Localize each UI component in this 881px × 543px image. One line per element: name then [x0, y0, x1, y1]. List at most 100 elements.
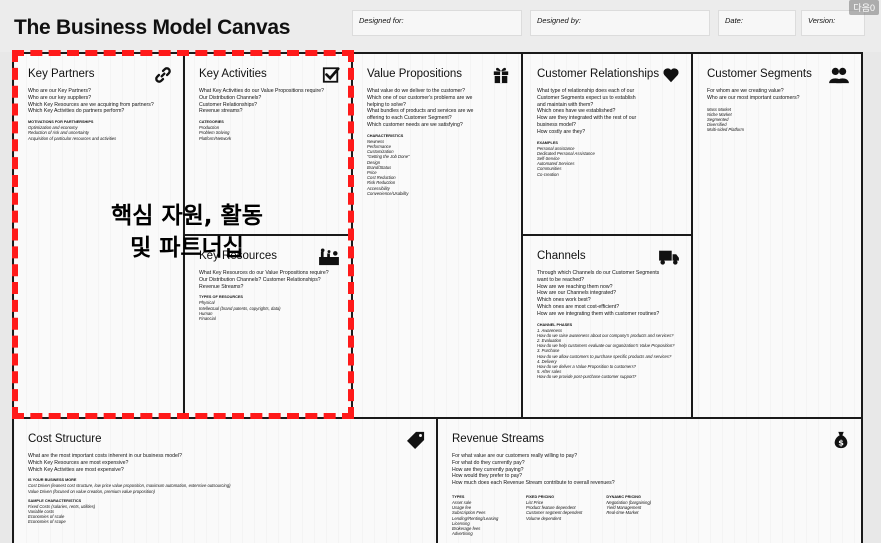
list-item: Acquisition of particular resources and … [28, 135, 117, 141]
list-item: Co-creation [537, 171, 559, 177]
people-icon [829, 67, 849, 84]
list-item: For what value are our customers really … [452, 453, 578, 459]
list-item: Convenience/Usability [367, 190, 409, 196]
list-item: helping to solve? [367, 101, 406, 108]
list-item: How do we provide post-purchase customer… [537, 374, 637, 380]
cost-structure-questions: What are the most important costs inhere… [28, 453, 426, 473]
list-item: Which ones work best? [537, 297, 591, 304]
list-item: Economies of scope [28, 519, 66, 525]
list-item: Customer Segments expect us to establish [537, 94, 636, 101]
list-item: Value Driven (focused on value creation,… [28, 488, 155, 494]
list-item: Real-time-Market [606, 510, 639, 516]
revenue-column-list: List Price Product feature dependent Custo… [526, 500, 582, 521]
list-item: Financial [199, 316, 216, 321]
list-item: How are our Channels integrated? [537, 290, 617, 297]
list-item: What bundles of products and services ar… [367, 108, 474, 115]
list-item: Revenue streams? [199, 108, 243, 115]
value-propositions-block: Value Propositions What value do we deli… [353, 54, 523, 419]
list-item: want to be reached? [537, 276, 585, 283]
overlay-caption: 핵심 자원, 활동 및 파트너십 [82, 200, 292, 264]
designed-by-field[interactable]: Designed by: [530, 10, 710, 36]
list-item: Our Distribution Channels? [199, 94, 262, 101]
designed-for-field[interactable]: Designed for: [352, 10, 522, 36]
overlay-caption-line-2: 및 파트너십 [130, 235, 244, 261]
list-item: Our Distribution Channels? Customer Rela… [199, 276, 321, 283]
key-partners-list: Optimization and economy Reduction of ris… [28, 125, 173, 141]
customer-relationships-title: Customer Relationships [537, 68, 660, 80]
value-propositions-title: Value Propositions [367, 68, 463, 80]
list-item: Which Key Resources are we acquiring fro… [28, 101, 154, 108]
list-item: Who are our key suppliers? [28, 94, 92, 101]
list-item: What value do we deliver to the customer… [367, 88, 466, 94]
list-item: How are they integrated with the rest of… [537, 115, 637, 122]
list-item: Multi-sided Platform [707, 127, 745, 133]
list-item: For whom are we creating value? [707, 88, 784, 94]
customer-relationships-questions: What type of relationship does each of o… [537, 88, 681, 136]
key-resources-list: Physical Intellectual (brand patents, cop… [199, 300, 341, 321]
list-item: How are they currently paying? [452, 466, 524, 473]
cost-structure-block: Cost Structure What are the most importa… [14, 419, 438, 543]
list-item: Which customer needs are we satisfying? [367, 121, 463, 128]
value-propositions-questions: What value do we deliver to the customer… [367, 88, 511, 129]
page-title: The Business Model Canvas [14, 16, 291, 39]
list-item: How would they prefer to pay? [452, 473, 523, 480]
key-activities-questions: What Key Activities do our Value Proposi… [199, 88, 341, 115]
revenue-column: DYNAMIC PRICING Negotiation (bargaining)… [606, 490, 656, 536]
gift-icon [493, 67, 509, 84]
date-field[interactable]: Date: [718, 10, 796, 36]
list-item: What are the most important costs inhere… [28, 453, 182, 459]
key-partners-title: Key Partners [28, 68, 95, 80]
customer-segments-block: Customer Segments For whom are we creati… [693, 54, 861, 419]
cost-structure-list: Cost Driven (leanest cost structure, low… [28, 483, 426, 493]
list-item: How costly are they? [537, 128, 586, 135]
channels-list: 1. Awareness How do we raise awareness ab… [537, 328, 681, 380]
corner-badge: 다음0 [849, 0, 879, 15]
key-activities-list: Production Problem Solving Platform/Networ… [199, 125, 341, 141]
money-bag-icon: $ [834, 431, 848, 449]
checkbox-icon [322, 67, 340, 83]
list-item: Which ones are most cost-efficient? [537, 303, 620, 310]
key-activities-title: Key Activities [199, 68, 267, 80]
list-item: How do we allow customers to purchase sp… [537, 353, 672, 359]
list-item: Through which Channels do our Customer S… [537, 270, 660, 276]
list-item: Which Key Resources are most expensive? [28, 459, 129, 466]
canvas-board: Key Partners Who are our Key Partners? Wh… [12, 52, 863, 543]
customer-segments-questions: For whom are we creating value? Who are o… [707, 88, 851, 102]
list-item: Platform/Network [199, 135, 232, 141]
revenue-column-list: Asset sale Usage fee Subscription Fees Lend… [452, 500, 502, 536]
list-item: Who are our most important customers? [707, 94, 800, 101]
list-item: Volume dependent [526, 515, 562, 521]
channels-questions: Through which Channels do our Customer S… [537, 270, 681, 318]
customer-relationships-block: Customer Relationships What type of rela… [523, 54, 693, 236]
revenue-column: TYPES Asset sale Usage fee Subscription Fe… [452, 490, 502, 536]
list-item: How much does each Revenue Stream contri… [452, 480, 615, 487]
list-item: How are we integrating them with custome… [537, 310, 660, 317]
revenue-column: FIXED PRICING List Price Product feature … [526, 490, 582, 536]
list-item: Who are our Key Partners? [28, 88, 91, 94]
list-item: business model? [537, 121, 576, 128]
list-item: What type of relationship does each of o… [537, 88, 635, 94]
svg-text:$: $ [838, 437, 844, 447]
cost-structure-list-2: Fixed Costs (salaries, rents, utilities)… [28, 504, 426, 525]
list-item: Which ones have we established? [537, 108, 616, 115]
list-item: What Key Resources do our Value Proposit… [199, 270, 329, 276]
list-item: and maintain with them? [537, 101, 594, 108]
customer-relationships-list: Personal assistance Dedicated Personal As… [537, 146, 681, 177]
list-item: What Key Activities do our Value Proposi… [199, 88, 325, 94]
overlay-caption-line-1: 핵심 자원, 활동 [111, 203, 263, 229]
list-item: Customer Relationships? [199, 101, 257, 108]
customer-segments-list: Mass Market Niche Market Segmented Diversif… [707, 107, 851, 133]
tag-icon [407, 431, 425, 449]
link-icon [155, 67, 171, 83]
list-item: How are we reaching them now? [537, 283, 613, 290]
truck-icon [659, 250, 679, 265]
list-item: offering to each Customer Segment? [367, 115, 452, 122]
list-item: Advertising [452, 531, 473, 537]
list-item: Which Key Activities do partners perform… [28, 108, 125, 115]
key-resources-questions: What Key Resources do our Value Proposit… [199, 270, 341, 290]
revenue-streams-columns: TYPES Asset sale Usage fee Subscription Fe… [452, 490, 851, 536]
list-item: Which one of our customer's problems are… [367, 94, 473, 101]
revenue-streams-title: Revenue Streams [452, 433, 545, 445]
revenue-streams-questions: For what value are our customers really … [452, 453, 851, 487]
channels-block: Channels Through which Channels do our C… [523, 236, 693, 419]
